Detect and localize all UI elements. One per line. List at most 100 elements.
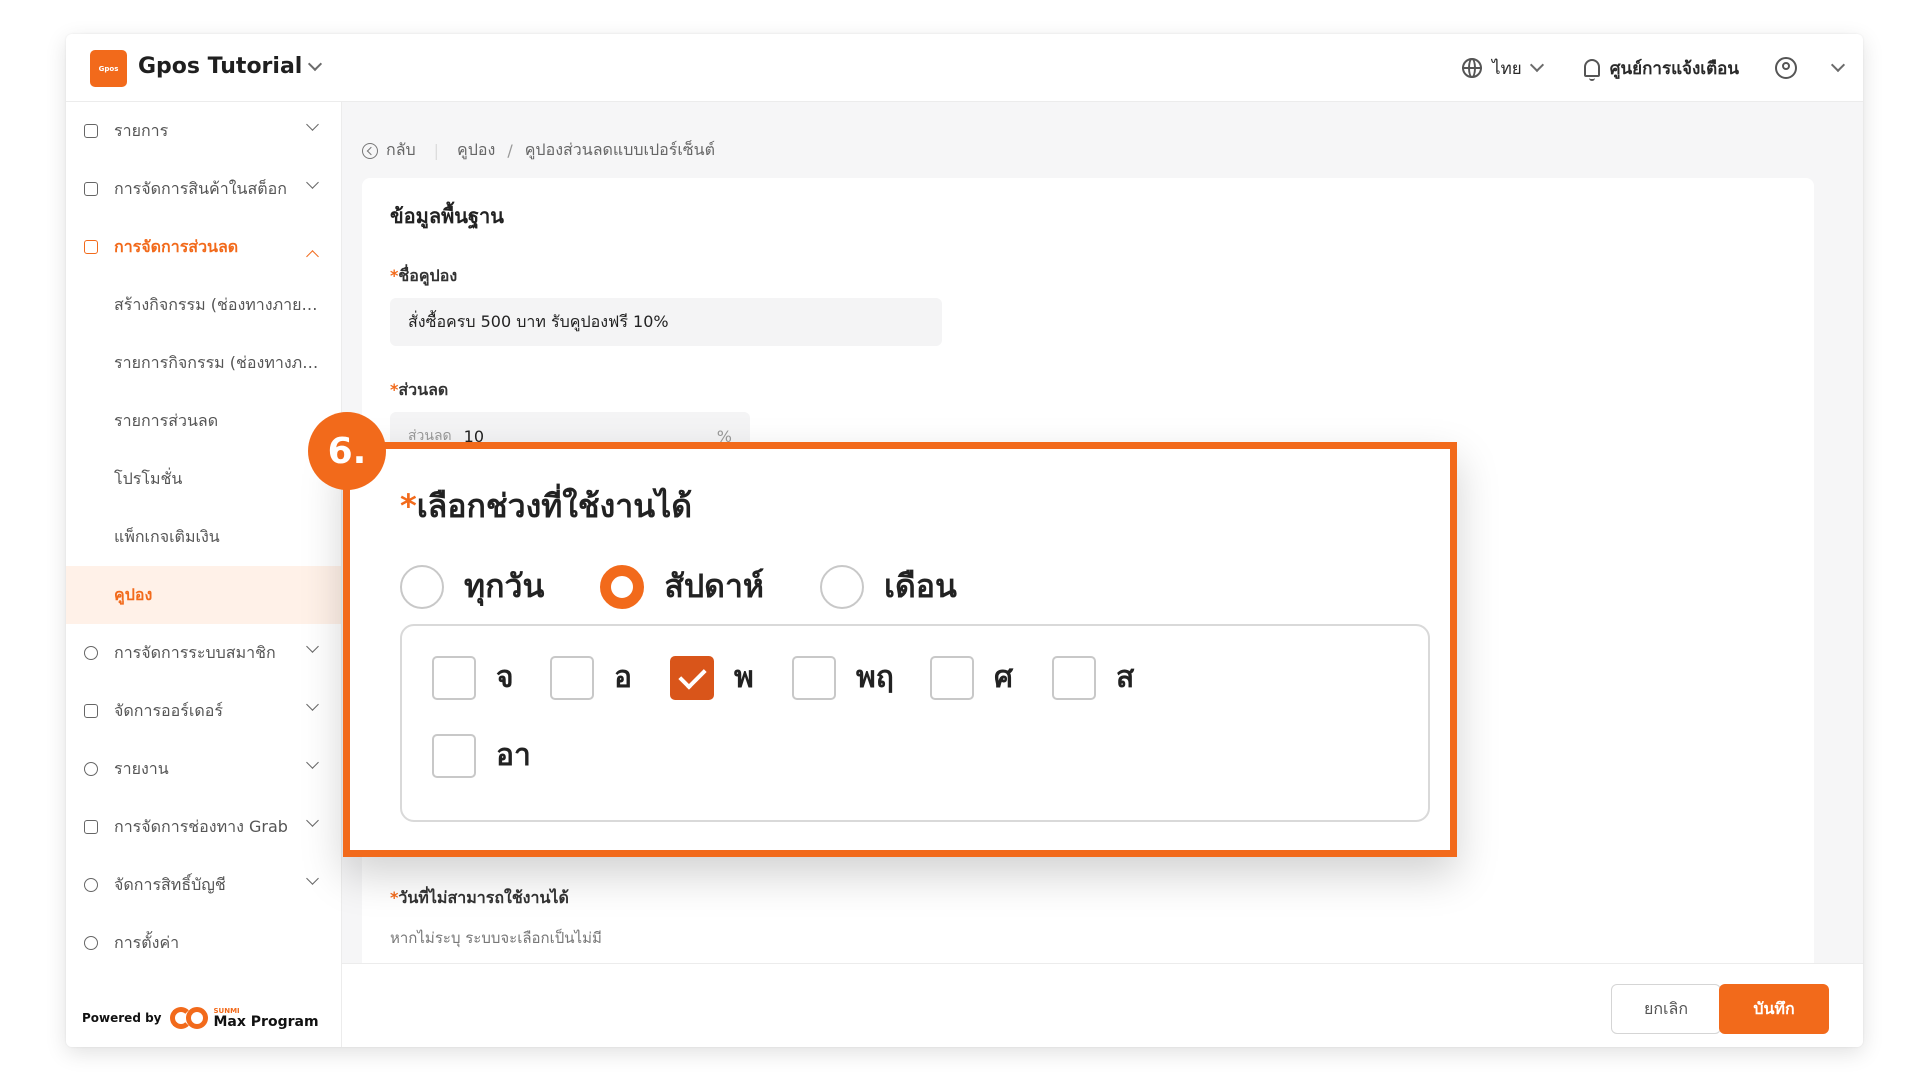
max-program-mark-icon [169, 1007, 210, 1029]
language-label: ไทย [1492, 58, 1522, 79]
sidebar-item-label: จัดการออร์เดอร์ [114, 700, 223, 720]
list-icon [84, 124, 98, 138]
powered-brand: Max Program [213, 1013, 319, 1030]
sidebar-subitem-label: คูปอง [114, 584, 153, 604]
coupon-name-value: สั่งซื้อครบ 500 บาท รับคูปองฟรี 10% [408, 311, 669, 331]
sidebar-subitem-activity-list[interactable]: รายการกิจกรรม (ช่องทางภายนอก) [66, 334, 341, 392]
cancel-button[interactable]: ยกเลิก [1611, 984, 1721, 1034]
sidebar-subitem-discount-list[interactable]: รายการส่วนลด [66, 392, 341, 450]
clock-icon [84, 762, 98, 776]
step-number-badge: 6. [308, 412, 386, 490]
coupon-name-label: *ชื่อคูปอง [390, 264, 457, 289]
app-logo[interactable]: Gpos [90, 50, 127, 87]
checkbox-label: อา [496, 738, 531, 773]
chevron-down-icon [308, 56, 323, 71]
hierarchy-icon [84, 820, 98, 834]
back-link[interactable]: กลับ [362, 138, 416, 163]
radio-monthly[interactable]: เดือน [820, 561, 957, 612]
checkbox-label: ส [1116, 660, 1135, 695]
sidebar-subitem-coupon[interactable]: คูปอง [66, 566, 341, 624]
sidebar-subitem-label: โปรโมชั่น [114, 468, 183, 488]
members-icon [84, 646, 98, 660]
max-program-logo: SUNMI Max Program [169, 1007, 319, 1030]
sidebar-item-account-rights[interactable]: จัดการสิทธิ์บัญชี [66, 856, 341, 914]
globe-icon [1462, 58, 1483, 78]
notification-center[interactable]: ศูนย์การแจ้งเตือน [1583, 55, 1739, 82]
radio-weekly[interactable]: สัปดาห์ [600, 561, 764, 612]
sidebar: รายการ การจัดการสินค้าในสต็อก การจัดการส… [66, 102, 342, 1047]
users-icon [84, 878, 98, 892]
weekday-checkbox-group: จ อ พ พฤ ศ ส อา [400, 624, 1430, 822]
usage-period-title-text: เลือกช่วงที่ใช้งานได้ [416, 487, 692, 525]
sidebar-item-membership[interactable]: การจัดการระบบสมาชิก [66, 624, 341, 682]
checkbox-tuesday[interactable]: อ [550, 654, 632, 701]
bell-icon [1583, 59, 1600, 81]
form-footer: ยกเลิก บันทึก [342, 963, 1863, 1047]
sidebar-item-reports[interactable]: รายงาน [66, 740, 341, 798]
app-title[interactable]: Gpos Tutorial [138, 54, 323, 79]
back-label: กลับ [386, 140, 416, 159]
sidebar-item-grab-channel[interactable]: การจัดการช่องทาง Grab [66, 798, 341, 856]
notification-label: ศูนย์การแจ้งเตือน [1609, 58, 1739, 79]
account-menu[interactable] [1775, 57, 1846, 79]
radio-circle [820, 564, 864, 609]
checkbox-wednesday[interactable]: พ [670, 654, 754, 701]
stage: Gpos Gpos Tutorial ไทย ศูนย์การแจ้งเตือน [0, 0, 1920, 1080]
checkbox-friday[interactable]: ศ [930, 654, 1013, 701]
unavailable-dates-hint: หากไม่ระบุ ระบบจะเลือกเป็นไม่มี [390, 929, 602, 947]
top-bar: Gpos Gpos Tutorial ไทย ศูนย์การแจ้งเตือน [66, 34, 1863, 102]
checkbox-label: จ [496, 660, 514, 695]
radio-label: สัปดาห์ [664, 567, 764, 605]
breadcrumb-parent[interactable]: คูปอง [457, 138, 495, 163]
discount-icon [84, 240, 98, 254]
radio-every-day[interactable]: ทุกวัน [400, 561, 544, 612]
checkbox-box [930, 655, 974, 700]
chevron-down-icon [1830, 57, 1846, 73]
save-button[interactable]: บันทึก [1719, 984, 1829, 1034]
checkbox-saturday[interactable]: ส [1052, 654, 1134, 701]
radio-label: ทุกวัน [464, 567, 545, 605]
sidebar-subitem-label: แพ็กเกจเติมเงิน [114, 526, 220, 546]
unavailable-dates-label: *วันที่ไม่สามารถใช้งานได้ [390, 886, 569, 911]
checkbox-box [550, 655, 594, 700]
unavailable-dates-label-text: วันที่ไม่สามารถใช้งานได้ [398, 888, 569, 907]
sidebar-subitem-label: รายการส่วนลด [114, 410, 219, 430]
sidebar-subitem-topup-package[interactable]: แพ็กเกจเติมเงิน [66, 508, 341, 566]
checkbox-thursday[interactable]: พฤ [792, 654, 894, 701]
check-icon [670, 655, 714, 700]
clipboard-icon [84, 704, 98, 718]
sidebar-item-orders[interactable]: จัดการออร์เดอร์ [66, 682, 341, 740]
sidebar-item-list[interactable]: รายการ [66, 102, 341, 160]
sidebar-subitem-label: สร้างกิจกรรม (ช่องทางภายนอก) [114, 294, 324, 314]
logo-text: Gpos [98, 64, 119, 73]
sidebar-item-stock[interactable]: การจัดการสินค้าในสต็อก [66, 160, 341, 218]
zoom-callout: *เลือกช่วงที่ใช้งานได้ ทุกวัน สัปดาห์ เด… [343, 442, 1457, 857]
sidebar-item-label: รายงาน [114, 758, 169, 778]
sidebar-item-label: การจัดการระบบสมาชิก [114, 642, 276, 662]
top-right-controls: ไทย ศูนย์การแจ้งเตือน [1462, 34, 1846, 102]
coupon-name-input[interactable]: สั่งซื้อครบ 500 บาท รับคูปองฟรี 10% [390, 298, 942, 346]
language-selector[interactable]: ไทย [1462, 55, 1544, 82]
app-title-text: Gpos Tutorial [138, 54, 303, 79]
discount-label: *ส่วนลด [390, 378, 448, 403]
gear-icon [84, 936, 98, 950]
radio-label: เดือน [884, 567, 957, 605]
checkbox-box [1052, 655, 1096, 700]
sidebar-subitem-create-activity[interactable]: สร้างกิจกรรม (ช่องทางภายนอก) [66, 276, 341, 334]
sidebar-subitem-promotion[interactable]: โปรโมชั่น [66, 450, 341, 508]
checkbox-monday[interactable]: จ [432, 654, 514, 701]
chevron-down-icon [1529, 57, 1544, 73]
usage-period-title: *เลือกช่วงที่ใช้งานได้ [400, 481, 692, 532]
sidebar-item-label: การจัดการช่องทาง Grab [114, 816, 288, 836]
breadcrumb-divider: | [433, 141, 440, 160]
user-icon [1775, 57, 1797, 79]
warehouse-icon [84, 182, 98, 196]
sidebar-item-settings[interactable]: การตั้งค่า [66, 914, 341, 972]
checkbox-box [432, 655, 476, 700]
sidebar-item-discounts[interactable]: การจัดการส่วนลด [66, 218, 341, 276]
checkbox-label: พ [734, 660, 754, 695]
checkbox-sunday[interactable]: อา [432, 732, 531, 779]
breadcrumb-current: คูปองส่วนลดแบบเปอร์เซ็นต์ [524, 140, 715, 159]
radio-circle-selected [600, 564, 645, 609]
radio-circle [400, 564, 444, 609]
